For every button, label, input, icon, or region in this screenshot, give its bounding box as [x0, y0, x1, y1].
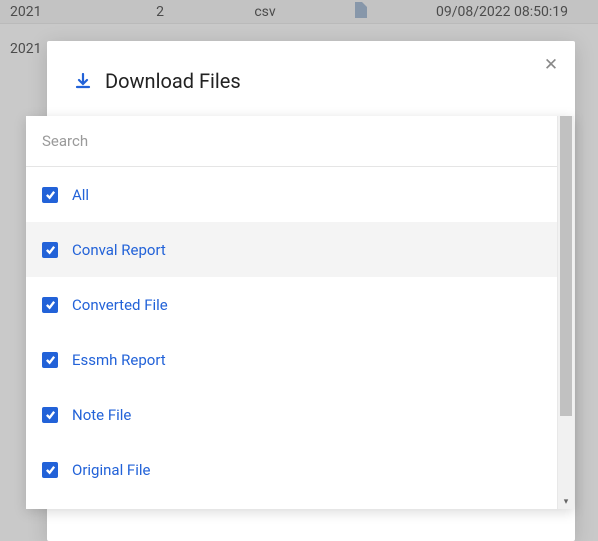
option-conval-report[interactable]: Conval Report [26, 222, 557, 277]
checkbox-icon [42, 242, 58, 258]
checkbox-icon [42, 352, 58, 368]
search-input[interactable] [26, 116, 557, 167]
scrollbar-thumb[interactable] [560, 116, 572, 416]
modal-title: Download Files [105, 69, 241, 93]
option-note-file[interactable]: Note File [26, 387, 557, 442]
download-icon [75, 73, 91, 89]
scrollbar-down-arrow[interactable]: ▾ [558, 495, 574, 509]
option-all[interactable]: All [26, 167, 557, 222]
option-label: Converted File [72, 296, 168, 314]
options-list: All Conval Report Converted File Essmh R… [26, 167, 557, 509]
option-converted-file[interactable]: Converted File [26, 277, 557, 332]
modal-header: Download Files ✕ [47, 41, 575, 103]
checkbox-icon [42, 407, 58, 423]
dropdown-content: All Conval Report Converted File Essmh R… [26, 116, 557, 509]
checkbox-icon [42, 187, 58, 203]
option-label: Original File [72, 461, 150, 479]
file-type-dropdown: All Conval Report Converted File Essmh R… [26, 116, 574, 509]
scrollbar[interactable]: ▾ [557, 116, 574, 509]
option-label: Conval Report [72, 241, 166, 259]
checkbox-icon [42, 297, 58, 313]
option-original-file[interactable]: Original File [26, 442, 557, 497]
checkbox-icon [42, 462, 58, 478]
close-button[interactable]: ✕ [539, 53, 563, 77]
option-essmh-report[interactable]: Essmh Report [26, 332, 557, 387]
option-label: Essmh Report [72, 351, 166, 369]
option-label: Note File [72, 406, 131, 424]
option-label: All [72, 186, 89, 204]
